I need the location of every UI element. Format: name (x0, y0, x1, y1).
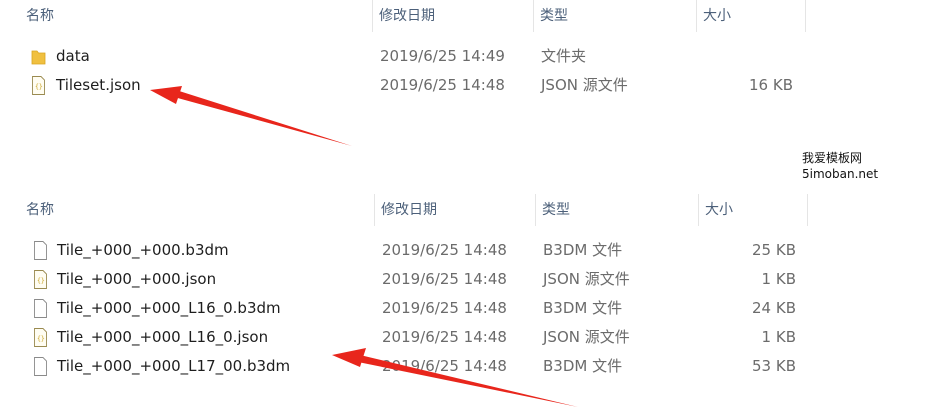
red-arrow-bottom (332, 348, 578, 407)
red-arrow-top (150, 86, 352, 146)
annotation-arrows (150, 86, 578, 407)
